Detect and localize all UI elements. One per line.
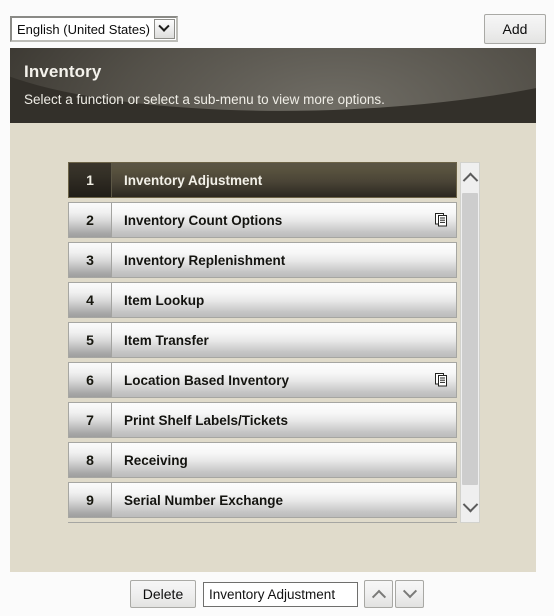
menu-item-label: Inventory Replenishment [124,252,286,268]
move-down-button[interactable] [395,580,424,608]
menu-item-label: Inventory Adjustment [124,172,263,188]
bottom-toolbar: Delete Inventory Adjustment [0,572,554,616]
menu-list: 1 Inventory Adjustment 2 Inventory Count Op… [68,162,457,523]
menu-item[interactable]: 2 Inventory Count Options [68,202,457,238]
language-select[interactable]: English (United States) [10,16,178,42]
scrollbar-thumb[interactable] [462,193,478,485]
chevron-up-icon [462,172,478,189]
scrollbar-up-button[interactable] [461,163,479,192]
menu-item-key: 2 [69,203,112,237]
delete-button[interactable]: Delete [130,580,196,608]
chevron-down-icon [402,584,417,599]
menu-item-key: 6 [69,363,112,397]
chevron-down-icon[interactable] [153,19,175,39]
menu-item-key: 4 [69,283,112,317]
menu-item-label: Item Transfer [124,332,209,348]
menu-item-label: Receiving [124,452,188,468]
top-toolbar: English (United States) Add [0,0,554,48]
menu-item-label: Serial Number Exchange [124,492,284,508]
menu-item-key: 8 [69,443,112,477]
menu-item-key: 1 [69,163,112,197]
menu-list-scrollbar[interactable] [460,162,480,523]
move-up-button[interactable] [364,580,393,608]
scrollbar-down-button[interactable] [461,493,479,522]
menu-item-key: 5 [69,323,112,357]
menu-item[interactable]: 4 Item Lookup [68,282,457,318]
menu-item[interactable]: 6 Location Based Inventory [68,362,457,398]
page-title: Inventory [24,62,102,81]
chevron-up-icon [371,589,386,604]
item-name-input[interactable]: Inventory Adjustment [203,581,358,607]
content-panel: 1 Inventory Adjustment 2 Inventory Count Op… [10,123,536,572]
pages-icon [426,363,456,397]
menu-item-label: Item Lookup [124,292,205,308]
menu-item[interactable]: 1 Inventory Adjustment [68,162,457,198]
chevron-down-icon [462,496,478,513]
menu-list-container: 1 Inventory Adjustment 2 Inventory Count Op… [68,162,480,523]
menu-item[interactable]: 9 Serial Number Exchange [68,482,457,518]
add-button[interactable]: Add [484,14,546,44]
menu-item-key: 3 [69,243,112,277]
menu-item[interactable]: AShipping [68,522,457,523]
menu-item-label: Inventory Count Options [124,212,283,228]
menu-item[interactable]: 3 Inventory Replenishment [68,242,457,278]
language-select-value: English (United States) [17,21,150,37]
menu-item-key: 7 [69,403,112,437]
menu-item-key: 9 [69,483,112,517]
menu-item-label: Location Based Inventory [124,372,290,388]
menu-item-label: Print Shelf Labels/Tickets [124,412,289,428]
banner-swoosh-decoration [10,48,536,123]
page-subtitle: Select a function or select a sub-menu t… [24,92,385,107]
menu-item[interactable]: 7 Print Shelf Labels/Tickets [68,402,457,438]
menu-item[interactable]: 5 Item Transfer [68,322,457,358]
menu-screen: English (United States) Add Inventory Se… [0,0,554,616]
menu-item[interactable]: 8 Receiving [68,442,457,478]
pages-icon [426,203,456,237]
page-banner: Inventory Select a function or select a … [10,48,536,123]
